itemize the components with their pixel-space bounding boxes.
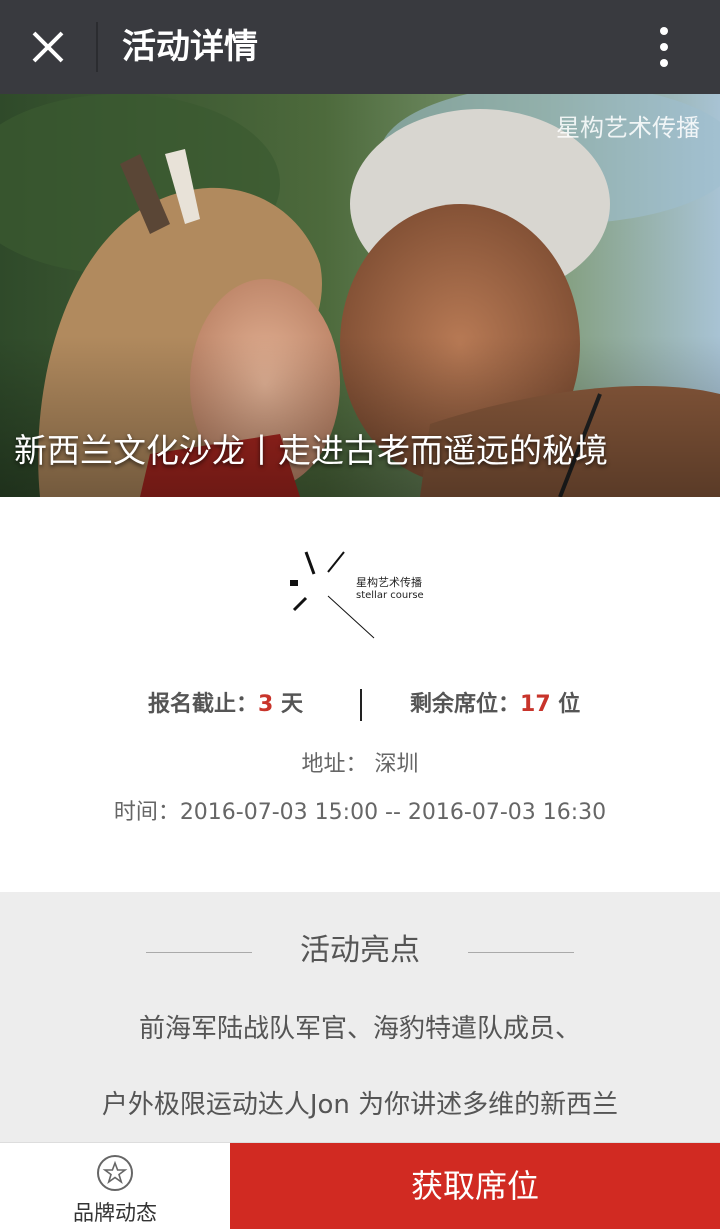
brand-news-button[interactable]: 品牌动态 <box>0 1143 230 1229</box>
seats-value: 17 <box>520 692 551 717</box>
page-title: 活动详情 <box>122 27 258 67</box>
deadline-label: 报名截止： <box>148 692 259 717</box>
highlights-line-1: 前海军陆战队军官、海豹特遣队成员、 <box>138 1014 581 1044</box>
highlights-title: 活动亮点 <box>300 933 420 968</box>
seats-stat: 剩余席位：17 位 <box>410 684 580 726</box>
hero-title: 新西兰文化沙龙丨走进古老而遥远的秘境 <box>14 431 608 470</box>
event-stats: 报名截止：3 天 剩余席位：17 位 <box>0 684 720 726</box>
highlights-line-2: 户外极限运动达人Jon 为你讲述多维的新西兰 <box>101 1090 619 1120</box>
more-vertical-icon[interactable] <box>644 23 684 71</box>
topbar-divider <box>96 22 98 72</box>
seats-unit: 位 <box>550 692 581 717</box>
hero-banner[interactable]: 星构艺术传播 新西兰文化沙龙丨走进古老而遥远的秘境 <box>0 94 720 497</box>
event-address: 地址： 深圳 <box>301 752 419 777</box>
hero-watermark: 星构艺术传播 <box>556 114 700 142</box>
top-bar: 活动详情 <box>0 0 720 94</box>
get-seat-button[interactable]: 获取席位 <box>230 1143 720 1229</box>
seats-label: 剩余席位： <box>410 692 521 717</box>
deadline-unit: 天 <box>273 692 303 717</box>
logo-text-en: stellar course <box>356 590 424 601</box>
highlights-section: 活动亮点 前海军陆战队军官、海豹特遣队成员、 户外极限运动达人Jon 为你讲述多… <box>0 892 720 1144</box>
highlights-header: 活动亮点 <box>0 928 720 968</box>
deadline-value: 3 <box>258 692 274 717</box>
star-circle-icon <box>97 1155 133 1191</box>
deadline-stat: 报名截止：3 天 <box>148 684 303 726</box>
logo-text-cn: 星构艺术传播 <box>356 575 422 589</box>
highlights-rule-right <box>468 952 574 953</box>
brand-logo: 星构艺术传播 stellar course <box>290 551 424 639</box>
brand-news-label: 品牌动态 <box>73 1201 157 1225</box>
bottom-bar: 品牌动态 获取席位 <box>0 1142 720 1229</box>
close-icon[interactable] <box>24 23 72 71</box>
event-time: 时间：2016-07-03 15:00 -- 2016-07-03 16:30 <box>113 800 607 825</box>
stats-divider <box>360 689 362 721</box>
